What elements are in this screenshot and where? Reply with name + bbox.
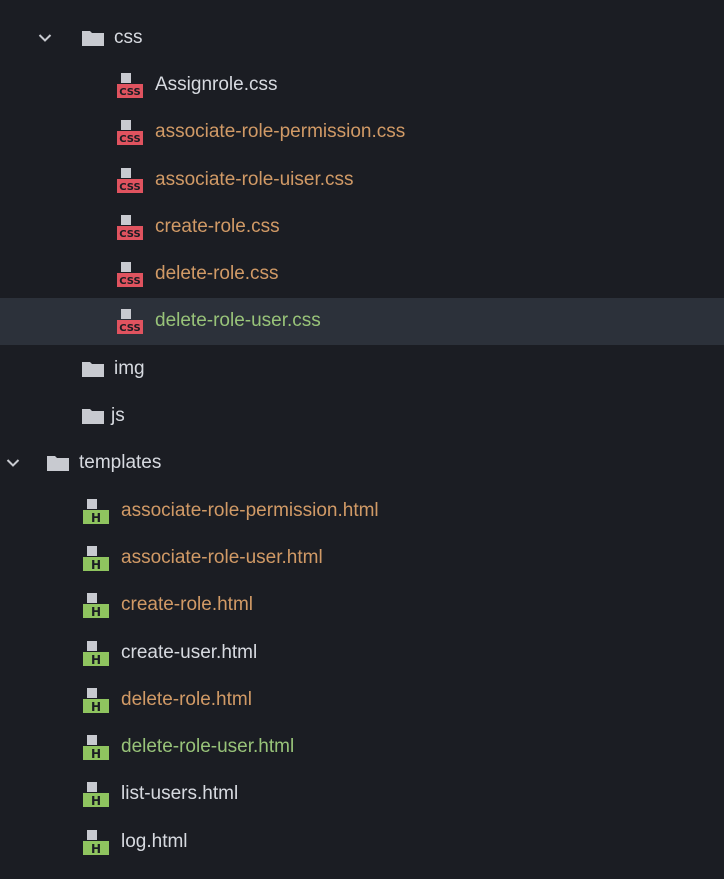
css-file-icon: CSS <box>117 72 143 98</box>
tree-file-create-role-html[interactable]: H create-role.html <box>0 582 724 629</box>
folder-label: img <box>114 357 145 379</box>
tree-file-delete-role-user-css[interactable]: CSS delete-role-user.css <box>0 297 724 346</box>
chevron-down-icon[interactable] <box>6 458 20 468</box>
tree-file-create-role-css[interactable]: CSS create-role.css <box>0 203 724 250</box>
css-file-icon: CSS <box>117 167 143 193</box>
folder-icon <box>47 456 69 472</box>
svg-text:H: H <box>91 700 101 713</box>
folder-icon <box>82 409 104 425</box>
folder-icon <box>82 30 104 46</box>
file-label: delete-role.html <box>121 688 252 710</box>
folder-icon <box>82 361 104 377</box>
svg-text:H: H <box>91 653 101 666</box>
svg-text:H: H <box>91 842 101 855</box>
svg-text:CSS: CSS <box>119 87 140 98</box>
tree-file-list-users-html[interactable]: H list-users.html <box>0 771 724 818</box>
chevron-down-icon[interactable] <box>38 33 52 43</box>
file-label: Assignrole.css <box>155 73 278 95</box>
file-label: create-role.css <box>155 215 280 237</box>
css-file-icon: CSS <box>117 262 143 288</box>
svg-text:H: H <box>91 747 101 760</box>
html-file-icon: H <box>83 735 109 761</box>
file-label: create-role.html <box>121 594 253 616</box>
file-label: associate-role-permission.html <box>121 499 379 521</box>
html-file-icon: H <box>83 782 109 808</box>
html-file-icon: H <box>83 545 109 571</box>
svg-text:CSS: CSS <box>119 229 140 240</box>
file-label: create-user.html <box>121 641 258 663</box>
html-file-icon: H <box>83 687 109 713</box>
svg-text:CSS: CSS <box>119 134 140 145</box>
file-label: list-users.html <box>121 783 239 805</box>
svg-text:H: H <box>91 511 101 524</box>
folder-label: js <box>111 405 125 427</box>
tree-file-associate-role-permission-html[interactable]: H associate-role-permission.html <box>0 487 724 534</box>
tree-folder-img[interactable]: img <box>0 345 724 392</box>
file-label: delete-role.css <box>155 263 279 285</box>
tree-folder-css[interactable]: css <box>0 14 724 61</box>
css-file-icon: CSS <box>117 309 143 335</box>
folder-label: templates <box>79 452 162 474</box>
file-label: delete-role-user.css <box>155 310 321 332</box>
svg-text:H: H <box>91 605 101 618</box>
tree-folder-js[interactable]: js <box>0 392 724 439</box>
tree-file-assignrole-css[interactable]: CSS Assignrole.css <box>0 61 724 108</box>
css-file-icon: CSS <box>117 214 143 240</box>
tree-file-associate-role-uiser-css[interactable]: CSS associate-role-uiser.css <box>0 156 724 203</box>
svg-text:CSS: CSS <box>119 182 140 193</box>
svg-text:CSS: CSS <box>119 276 140 287</box>
file-explorer-panel: css CSS Assignrole.css CSS associate-rol… <box>0 0 724 879</box>
file-tree: css CSS Assignrole.css CSS associate-rol… <box>0 14 724 865</box>
html-file-icon: H <box>83 829 109 855</box>
svg-text:H: H <box>91 558 101 571</box>
html-file-icon: H <box>83 498 109 524</box>
tree-file-associate-role-user-html[interactable]: H associate-role-user.html <box>0 534 724 581</box>
tree-file-delete-role-css[interactable]: CSS delete-role.css <box>0 250 724 297</box>
css-file-icon: CSS <box>117 120 143 146</box>
tree-file-delete-role-user-html[interactable]: H delete-role-user.html <box>0 723 724 770</box>
tree-file-create-user-html[interactable]: H create-user.html <box>0 629 724 676</box>
tree-folder-templates[interactable]: templates <box>0 440 724 487</box>
file-label: associate-role-permission.css <box>155 121 406 143</box>
html-file-icon: H <box>83 593 109 619</box>
tree-file-delete-role-html[interactable]: H delete-role.html <box>0 676 724 723</box>
file-label: associate-role-user.html <box>121 546 323 568</box>
tree-file-associate-role-permission-css[interactable]: CSS associate-role-permission.css <box>0 109 724 156</box>
file-label: log.html <box>121 830 188 852</box>
tree-file-log-html[interactable]: H log.html <box>0 818 724 865</box>
folder-label: css <box>114 26 143 48</box>
svg-text:H: H <box>91 794 101 807</box>
file-label: associate-role-uiser.css <box>155 168 354 190</box>
file-label: delete-role-user.html <box>121 736 295 758</box>
html-file-icon: H <box>83 640 109 666</box>
svg-text:CSS: CSS <box>119 323 140 334</box>
